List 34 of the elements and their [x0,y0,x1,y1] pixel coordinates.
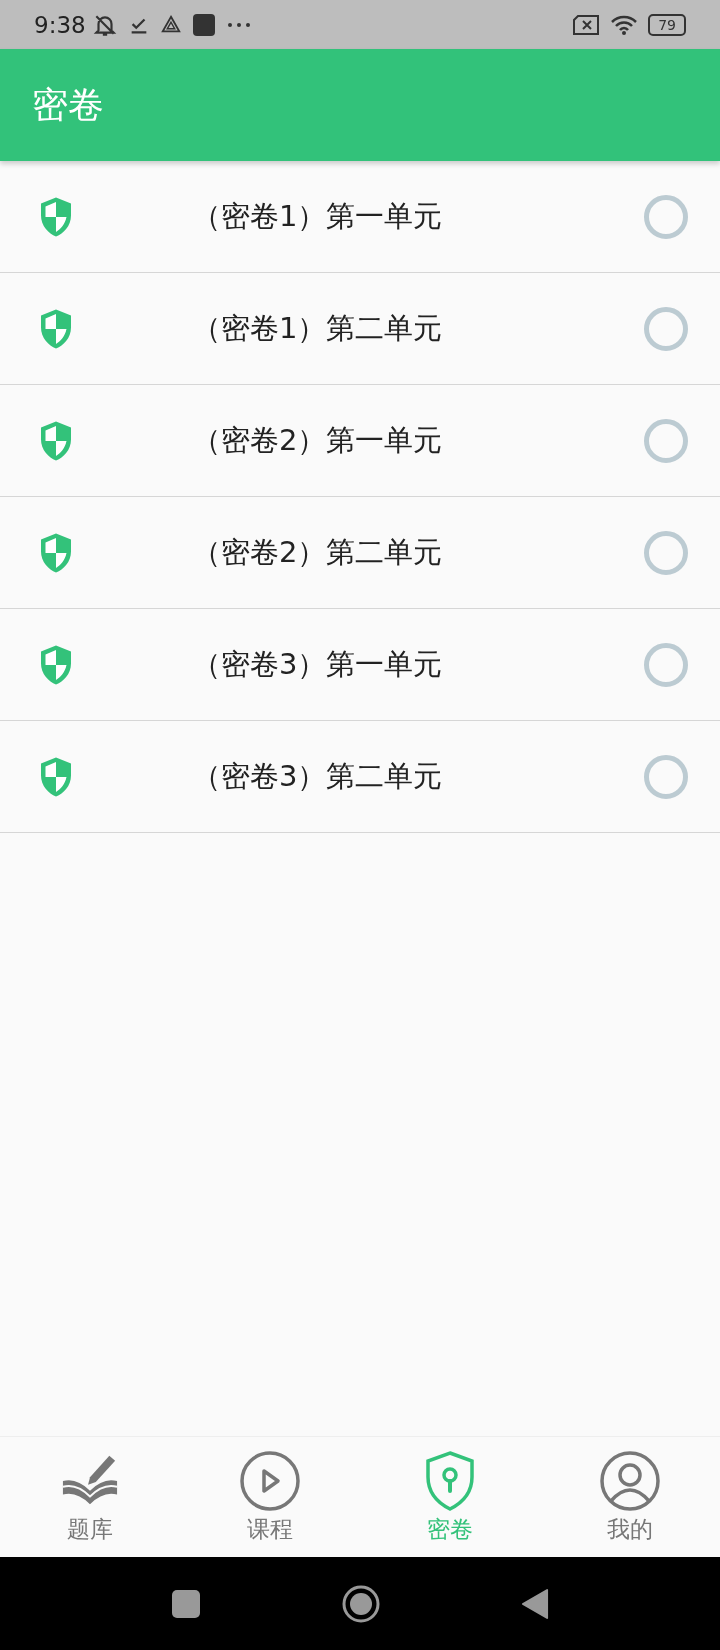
radio-button[interactable] [644,194,688,239]
more-icon [225,21,252,28]
radio-button[interactable] [644,418,688,463]
nav-tab[interactable]: 我的 [540,1437,720,1557]
play-icon [240,1450,300,1511]
paper-row[interactable]: （密卷3）第二单元 [0,721,720,833]
recents-icon[interactable] [171,1588,201,1619]
radio-button[interactable] [644,306,688,351]
back-icon[interactable] [521,1586,549,1621]
paper-row[interactable]: （密卷1）第二单元 [0,273,720,385]
paper-row[interactable]: （密卷1）第一单元 [0,161,720,273]
wifi-icon [610,13,639,36]
home-icon[interactable] [341,1583,381,1624]
user-icon [600,1450,660,1511]
paper-title: （密卷2）第二单元 [192,533,444,571]
paper-title: （密卷3）第二单元 [192,757,444,795]
battery-level: 79 [648,13,686,36]
paper-title: （密卷1）第一单元 [192,197,444,235]
paper-title: （密卷2）第一单元 [192,421,444,459]
paper-title: （密卷3）第一单元 [192,645,444,683]
status-time: 9:38 [34,11,86,38]
radio-button[interactable] [644,754,688,799]
shield-keyhole-icon [424,1450,476,1511]
paper-row[interactable]: （密卷3）第一单元 [0,609,720,721]
app-title: 密卷 [32,82,104,127]
radio-button[interactable] [644,530,688,575]
nav-tab[interactable]: 课程 [180,1437,360,1557]
paper-row[interactable]: （密卷2）第二单元 [0,497,720,609]
nav-tab[interactable]: 题库 [0,1437,180,1557]
sim-off-icon [572,14,601,35]
paper-title: （密卷1）第二单元 [192,309,444,347]
radio-button[interactable] [644,642,688,687]
paper-row[interactable]: （密卷2）第一单元 [0,385,720,497]
app-square-icon [191,12,216,37]
